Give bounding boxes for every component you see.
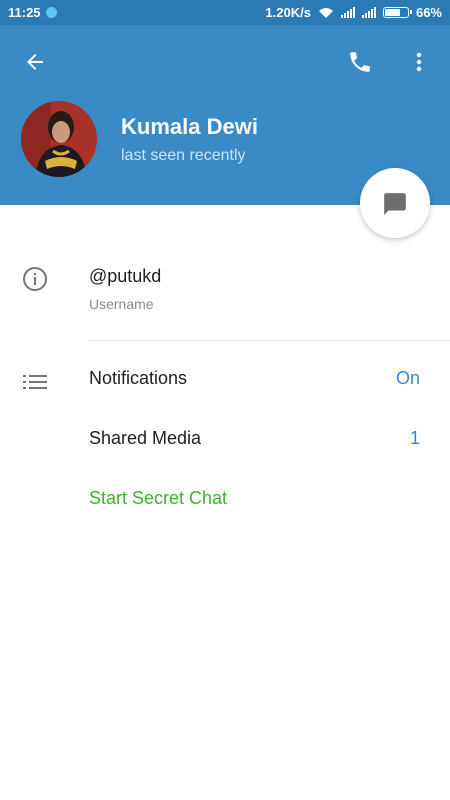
signal-icon — [361, 7, 376, 18]
status-bar: 11:25 1.20K/s 66% — [0, 0, 450, 25]
more-vertical-icon — [416, 52, 422, 72]
username-label: Username — [89, 296, 154, 312]
avatar-photo — [21, 101, 97, 177]
wifi-icon — [318, 7, 333, 18]
more-options-button[interactable] — [407, 45, 431, 79]
arrow-left-icon — [27, 54, 43, 70]
send-message-button[interactable] — [360, 168, 430, 238]
profile-name: Kumala Dewi — [121, 114, 258, 139]
notifications-value: On — [395, 368, 420, 388]
notifications-label: Notifications — [89, 368, 188, 388]
avatar[interactable] — [21, 101, 97, 177]
status-time: 11:25 — [8, 5, 41, 20]
shared-media-count: 1 — [409, 428, 420, 448]
call-button[interactable] — [343, 45, 377, 79]
username-value[interactable]: @putukd — [89, 266, 161, 287]
status-right: 1.20K/s 66% — [265, 5, 442, 20]
start-secret-chat-label: Start Secret Chat — [89, 488, 228, 508]
network-speed: 1.20K/s — [265, 5, 311, 20]
shared-media-row[interactable]: Shared Media 1 — [0, 415, 450, 465]
message-icon — [384, 193, 406, 215]
info-icon — [23, 267, 47, 291]
profile-status: last seen recently — [121, 147, 246, 164]
app-notification-icon — [46, 7, 57, 18]
shared-media-label: Shared Media — [89, 428, 202, 448]
divider — [89, 340, 450, 341]
phone-icon — [350, 52, 370, 72]
signal-icon — [340, 7, 355, 18]
notifications-row[interactable]: Notifications On — [0, 355, 450, 405]
battery-percent: 66% — [415, 5, 442, 20]
start-secret-chat-row[interactable]: Start Secret Chat — [0, 475, 450, 525]
back-button[interactable] — [16, 45, 56, 75]
battery-icon — [382, 7, 412, 18]
